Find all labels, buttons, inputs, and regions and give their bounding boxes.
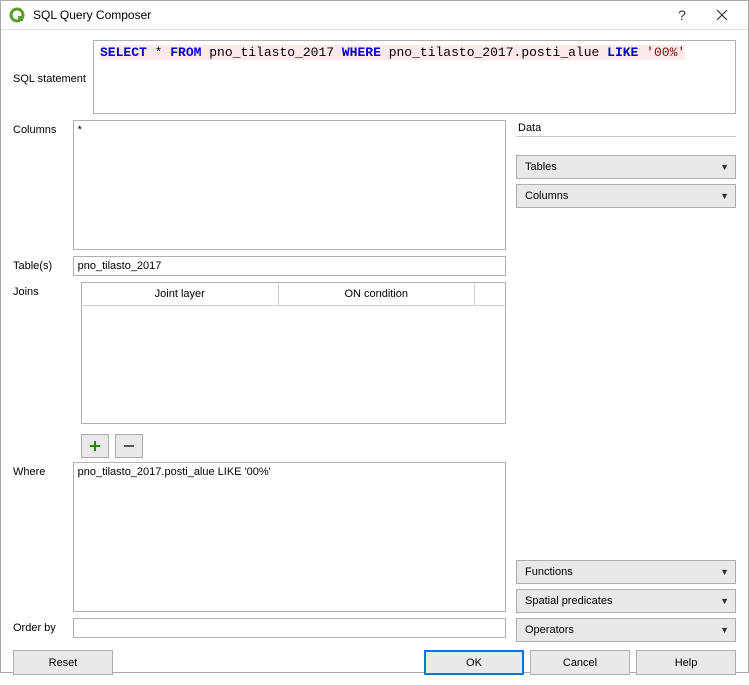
chevron-down-icon: ▼ (720, 162, 729, 172)
close-button[interactable] (702, 1, 742, 29)
sql-col: pno_tilasto_2017.posti_alue (381, 45, 607, 60)
help-button[interactable]: ? (662, 1, 702, 29)
kw-where: WHERE (342, 45, 381, 60)
tables-label: Table(s) (13, 260, 73, 272)
chevron-down-icon: ▼ (720, 596, 729, 606)
ok-button[interactable]: OK (424, 650, 524, 675)
joins-body[interactable] (82, 306, 505, 423)
orderby-input[interactable] (73, 618, 506, 638)
tables-input[interactable] (73, 256, 506, 276)
cancel-button[interactable]: Cancel (530, 650, 630, 675)
spatial-combo[interactable]: Spatial predicates ▼ (516, 589, 736, 613)
data-section-label: Data (516, 122, 736, 137)
joins-col-on[interactable]: ON condition (279, 283, 476, 305)
functions-combo[interactable]: Functions ▼ (516, 560, 736, 584)
joins-label: Joins (13, 282, 81, 298)
joins-header: Joint layer ON condition (82, 283, 505, 306)
chevron-down-icon: ▼ (720, 625, 729, 635)
sql-sp (638, 45, 646, 60)
help-footer-button[interactable]: Help (636, 650, 736, 675)
titlebar: SQL Query Composer ? (1, 1, 748, 30)
add-join-button[interactable] (81, 434, 109, 458)
columns-combo-label: Columns (525, 190, 568, 202)
where-input[interactable] (73, 462, 506, 612)
window-title: SQL Query Composer (33, 8, 662, 22)
chevron-down-icon: ▼ (720, 567, 729, 577)
sql-literal: '00%' (646, 45, 685, 60)
sql-label: SQL statement (13, 69, 93, 85)
tables-combo[interactable]: Tables ▼ (516, 155, 736, 179)
columns-input[interactable] (73, 120, 506, 250)
sql-star: * (147, 45, 170, 60)
joins-col-empty (475, 283, 505, 305)
kw-select: SELECT (100, 45, 147, 60)
chevron-down-icon: ▼ (720, 191, 729, 201)
sql-text: SELECT * FROM pno_tilasto_2017 WHERE pno… (100, 45, 685, 60)
sql-tbl1: pno_tilasto_2017 (201, 45, 341, 60)
functions-combo-label: Functions (525, 566, 573, 578)
dialog-window: SQL Query Composer ? SQL statement SELEC… (0, 0, 749, 673)
columns-combo[interactable]: Columns ▼ (516, 184, 736, 208)
kw-like: LIKE (607, 45, 638, 60)
columns-label: Columns (13, 120, 73, 136)
kw-from: FROM (170, 45, 201, 60)
tables-combo-label: Tables (525, 161, 557, 173)
operators-combo-label: Operators (525, 624, 574, 636)
reset-button[interactable]: Reset (13, 650, 113, 675)
remove-join-button[interactable] (115, 434, 143, 458)
joins-table[interactable]: Joint layer ON condition (81, 282, 506, 424)
qgis-icon (9, 7, 25, 23)
where-label: Where (13, 462, 73, 478)
joins-col-layer[interactable]: Joint layer (82, 283, 279, 305)
orderby-label: Order by (13, 622, 73, 634)
operators-combo[interactable]: Operators ▼ (516, 618, 736, 642)
spatial-combo-label: Spatial predicates (525, 595, 612, 607)
sql-statement-box[interactable]: SELECT * FROM pno_tilasto_2017 WHERE pno… (93, 40, 736, 114)
